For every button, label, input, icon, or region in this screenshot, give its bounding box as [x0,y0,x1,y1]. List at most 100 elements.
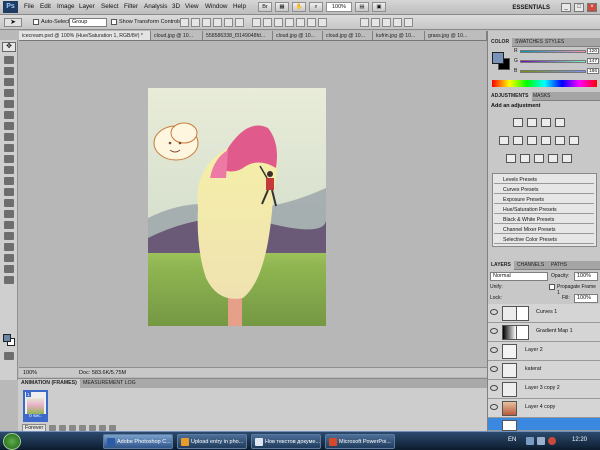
exposure-icon[interactable] [555,118,565,127]
tab-kufrin[interactable]: kufrin.jpg @ 10... [373,31,425,40]
distribute-hcenter-icon[interactable] [296,18,305,27]
invert-icon[interactable] [506,154,516,163]
quick-mask-icon[interactable] [4,352,14,360]
foreground-color-swatch[interactable] [3,334,11,342]
menu-select[interactable]: Select [101,3,119,10]
tab-swatches[interactable]: SWATCHES [512,38,546,47]
posterize-icon[interactable] [520,154,530,163]
levels-icon[interactable] [527,118,537,127]
menu-image[interactable]: Image [57,3,75,10]
tab-adjustments[interactable]: ADJUSTMENTS [488,92,532,101]
pen-tool-icon[interactable] [4,199,14,207]
3d-drag-icon[interactable] [382,18,391,27]
vibrance-icon[interactable] [499,136,509,145]
eye-icon[interactable] [490,347,498,353]
hand-tool-button[interactable]: ✋ [292,2,306,12]
blend-mode-dropdown[interactable]: Normal [490,272,548,281]
tab-layers[interactable]: LAYERS [488,261,514,270]
color-fg-swatch[interactable] [492,52,504,64]
task-notepad[interactable]: Нов текстов докуме... [251,434,321,449]
tab-animation-frames[interactable]: ANIMATION (FRAMES) [18,379,80,388]
tab-measurement-log[interactable]: MEASUREMENT LOG [80,379,139,388]
preset-hue-saturation[interactable]: Hue/Saturation Presets [494,206,594,214]
fill-field[interactable]: 100% [574,294,598,303]
tab-icecream[interactable]: icecream.psd @ 100% (Hue/Saturation 1, R… [19,31,151,40]
bridge-button[interactable]: Br [258,2,272,12]
distribute-left-icon[interactable] [285,18,294,27]
status-zoom[interactable]: 100% [23,368,37,378]
preset-black-white[interactable]: Black & White Presets [494,216,594,224]
auto-select-dropdown[interactable]: Group [69,18,107,27]
auto-align-icon[interactable] [318,18,327,27]
start-button[interactable] [3,433,21,450]
layer-row[interactable]: katerat [488,361,600,380]
tab-color[interactable]: COLOR [488,38,513,47]
preset-selective-color[interactable]: Selective Color Presets [494,236,594,244]
zoom-tool-icon[interactable] [4,276,14,284]
brightness-contrast-icon[interactable] [513,118,523,127]
menu-edit[interactable]: Edit [40,3,51,10]
transform-controls-checkbox[interactable] [111,19,117,25]
opacity-field[interactable]: 100% [574,272,598,281]
clock[interactable]: 12:20 [572,437,587,443]
auto-select-checkbox[interactable] [33,19,39,25]
mini-bridge-button[interactable]: ▦ [275,2,289,12]
tab-channels[interactable]: CHANNELS [514,261,547,270]
3d-scale-icon[interactable] [404,18,413,27]
3d-orbit-tool-icon[interactable] [4,254,14,262]
canvas-area[interactable] [19,41,487,378]
menu-window[interactable]: Window [205,3,227,10]
threshold-icon[interactable] [534,154,544,163]
eraser-tool-icon[interactable] [4,155,14,163]
selective-color-icon[interactable] [562,154,572,163]
eye-icon[interactable] [490,309,498,315]
type-tool-icon[interactable] [4,210,14,218]
gradient-map-icon[interactable] [548,154,558,163]
layer-name[interactable]: Layer 2 [525,347,543,353]
menu-help[interactable]: Help [233,3,246,10]
eye-icon[interactable] [490,366,498,372]
quick-select-tool-icon[interactable] [4,78,14,86]
healing-brush-tool-icon[interactable] [4,111,14,119]
menu-3d[interactable]: 3D [172,3,180,10]
layer-name[interactable]: Curves 1 [536,309,557,315]
preset-channel-mixer[interactable]: Channel Mixer Presets [494,226,594,234]
language-indicator[interactable]: EN [508,437,516,443]
preset-exposure[interactable]: Exposure Presets [494,196,594,204]
b-value[interactable]: 186 [587,68,599,74]
marquee-tool-icon[interactable] [4,56,14,64]
layer-row-selected[interactable] [488,418,600,431]
eye-icon[interactable] [490,328,498,334]
task-photoshop[interactable]: Adobe Photoshop C... [103,434,173,449]
menu-filter[interactable]: Filter [124,3,138,10]
eyedropper-tool-icon[interactable] [4,100,14,108]
frame-duration[interactable]: 0 sec. [25,414,46,420]
tab-paths[interactable]: PATHS [548,261,570,270]
layer-name[interactable]: Layer 3 copy 2 [525,385,560,391]
photo-filter-icon[interactable] [555,136,565,145]
history-brush-tool-icon[interactable] [4,144,14,152]
dodge-tool-icon[interactable] [4,188,14,196]
tab-cloud-2[interactable]: cloud.jpg @ 10... [273,31,323,40]
menu-file[interactable]: File [24,3,34,10]
tab-cloud-1[interactable]: cloud.jpg @ 10... [151,31,203,40]
3d-roll-icon[interactable] [371,18,380,27]
lasso-tool-icon[interactable] [4,67,14,75]
minimize-button[interactable]: _ [561,3,571,12]
color-spectrum[interactable] [492,80,597,87]
close-button[interactable]: × [587,3,597,12]
zoom-tool-button[interactable]: ⌕ [309,2,323,12]
arrange-documents-button[interactable]: ▤ [355,2,369,12]
task-browser[interactable]: Upload entry in pho... [177,434,247,449]
align-top-icon[interactable] [180,18,189,27]
layer-row[interactable]: Layer 4 copy [488,399,600,418]
layer-name[interactable]: katerat [525,366,541,372]
layer-row[interactable]: Layer 3 copy 2 [488,380,600,399]
screen-mode-button[interactable]: ▣ [372,2,386,12]
preset-curves[interactable]: Curves Presets [494,186,594,194]
curves-icon[interactable] [541,118,551,127]
g-slider[interactable] [520,60,586,63]
hand-tool-icon[interactable] [4,265,14,273]
r-slider[interactable] [520,50,586,53]
animation-frame[interactable]: 1 0 sec. [23,390,48,422]
